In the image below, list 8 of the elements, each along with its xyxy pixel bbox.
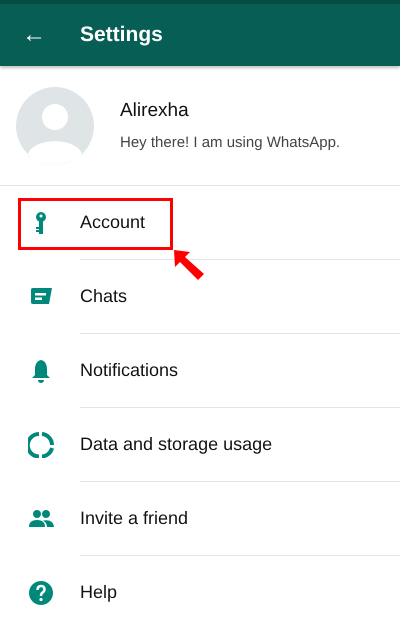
help-icon [28, 580, 54, 606]
circle-icon [28, 432, 54, 458]
avatar-icon [16, 86, 94, 164]
profile-row[interactable]: Alirexha Hey there! I am using WhatsApp. [0, 66, 400, 186]
back-button[interactable]: ← [18, 23, 50, 47]
screen-title: Settings [80, 22, 163, 48]
profile-name: Alirexha [120, 99, 190, 123]
profile-status: Hey there! I am using WhatsApp. [120, 132, 340, 152]
